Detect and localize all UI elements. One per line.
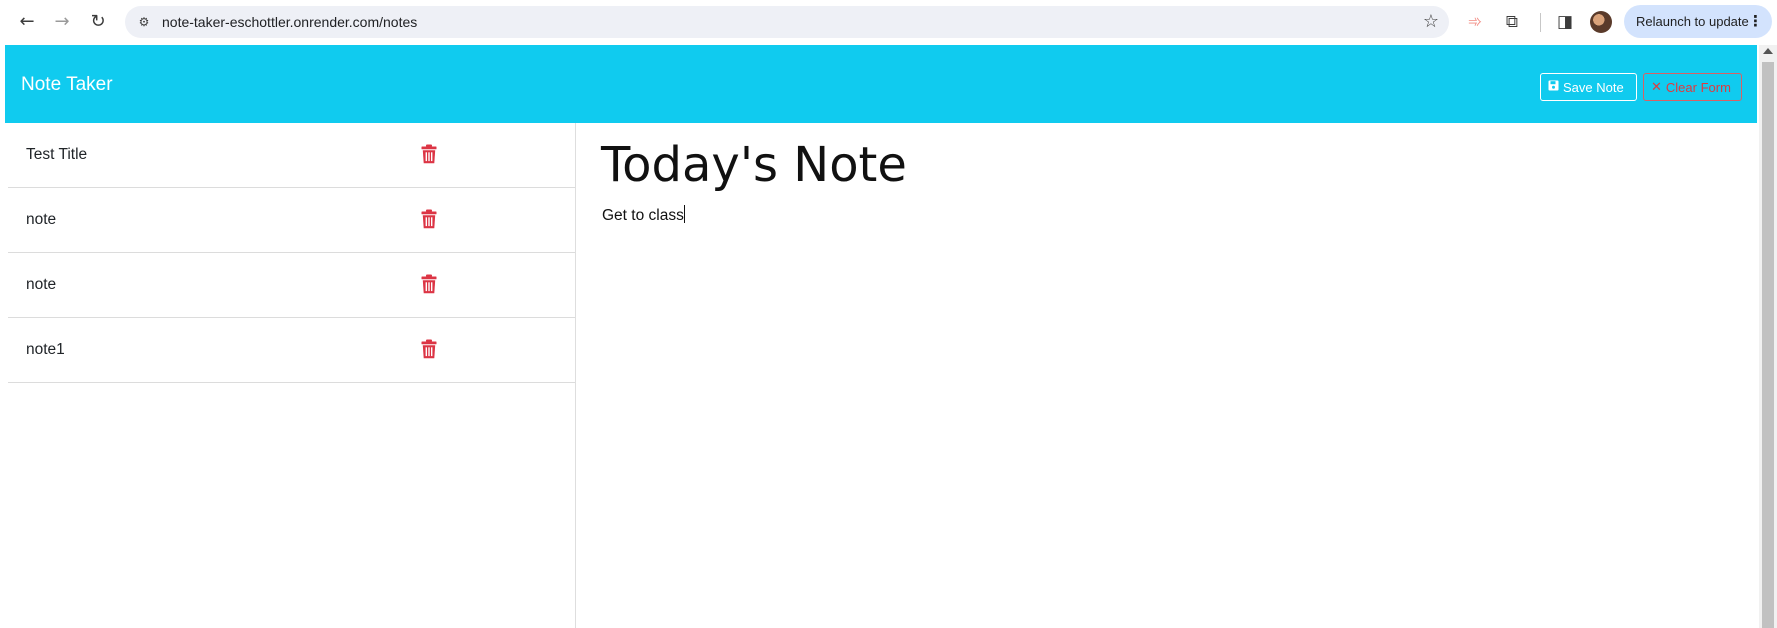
site-settings-icon[interactable]: ⚙	[135, 13, 153, 31]
trash-icon[interactable]	[421, 144, 437, 164]
url-text[interactable]: note-taker-eschottler.onrender.com/notes	[162, 14, 417, 30]
page-scrollbar[interactable]	[1759, 45, 1777, 628]
note-list: Test Title note note note1	[5, 123, 575, 383]
text-caret	[683, 205, 685, 223]
note-title[interactable]: note	[26, 211, 56, 229]
star-icon[interactable]: ☆	[1423, 11, 1439, 32]
note-title-input[interactable]: Today's Note	[601, 137, 907, 195]
note-title[interactable]: Test Title	[26, 146, 87, 164]
kebab-menu-icon[interactable]: ⋮	[1748, 12, 1763, 30]
clear-form-label: Clear Form	[1665, 79, 1731, 95]
x-icon: ✕	[1651, 79, 1662, 95]
scroll-thumb[interactable]	[1762, 62, 1774, 628]
extension-icon[interactable]: ➾	[1462, 9, 1488, 35]
note-title[interactable]: note	[26, 276, 56, 294]
scroll-up-icon[interactable]	[1763, 48, 1773, 54]
back-arrow-icon[interactable]: ←	[13, 9, 41, 35]
note-list-item[interactable]: note1	[8, 318, 575, 383]
relaunch-label: Relaunch to update	[1636, 14, 1749, 29]
app-root: Note Taker Save Note ✕ Clear Form Test T…	[5, 45, 1757, 628]
browser-toolbar: ← → ↻ ⚙ note-taker-eschottler.onrender.c…	[0, 0, 1777, 45]
note-text: Get to class	[602, 207, 684, 224]
reload-icon[interactable]: ↻	[84, 9, 112, 35]
puzzle-icon[interactable]: ⧉	[1499, 9, 1525, 35]
forward-arrow-icon[interactable]: →	[48, 9, 76, 35]
address-bar[interactable]: ⚙ note-taker-eschottler.onrender.com/not…	[125, 6, 1449, 38]
note-list-item[interactable]: Test Title	[8, 123, 575, 188]
trash-icon[interactable]	[421, 274, 437, 294]
trash-icon[interactable]	[421, 209, 437, 229]
trash-icon[interactable]	[421, 339, 437, 359]
toolbar-divider	[1540, 13, 1541, 32]
profile-avatar[interactable]	[1590, 11, 1612, 33]
note-list-item[interactable]: note	[8, 188, 575, 253]
notes-sidebar: Test Title note note note1	[5, 123, 576, 628]
note-title[interactable]: note1	[26, 341, 65, 359]
app-header: Note Taker Save Note ✕ Clear Form	[5, 45, 1757, 123]
note-editor: Today's Note Get to class	[576, 123, 1757, 628]
note-text-area[interactable]: Get to class	[602, 205, 685, 225]
save-note-label: Save Note	[1563, 79, 1624, 95]
relaunch-button[interactable]: Relaunch to update ⋮	[1624, 5, 1772, 38]
save-note-button[interactable]: Save Note	[1540, 73, 1637, 101]
note-list-item[interactable]: note	[8, 253, 575, 318]
clear-form-button[interactable]: ✕ Clear Form	[1643, 73, 1742, 101]
app-brand[interactable]: Note Taker	[21, 74, 113, 96]
side-panel-icon[interactable]: ◨	[1552, 9, 1578, 35]
floppy-disk-icon	[1548, 80, 1559, 95]
